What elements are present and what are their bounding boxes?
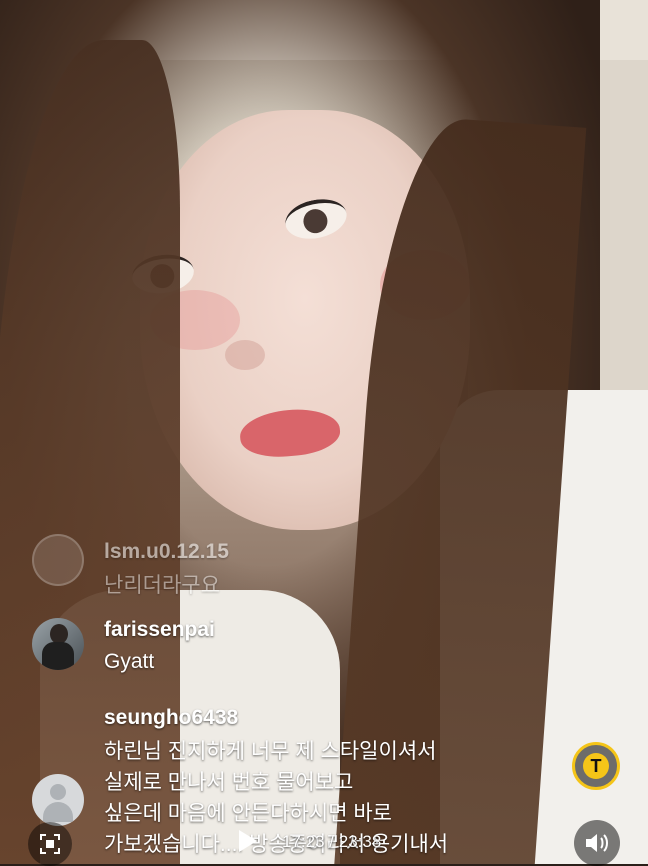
avatar-head — [50, 784, 66, 800]
avatar-body — [43, 802, 73, 822]
comment-text: 하린님 진지하게 너무 제 스타일이셔서 실제로 만나서 번호 물어보고 싶은데… — [104, 740, 449, 856]
nose — [225, 340, 265, 370]
total-duration: 23:38 — [338, 832, 382, 851]
live-chat: lsm.u0.12.15 난리더라구요 farissenpai Gyatt se… — [0, 520, 648, 864]
comment-author[interactable]: lsm.u0.12.15 — [104, 540, 229, 564]
sound-button[interactable] — [574, 820, 620, 866]
expand-button[interactable] — [28, 822, 72, 866]
sound-icon — [586, 834, 608, 852]
comment-author[interactable]: seungho6438 — [104, 706, 238, 730]
avatar-body — [42, 642, 74, 670]
play-button[interactable] — [232, 826, 262, 856]
translate-icon: T — [583, 753, 609, 779]
avatar[interactable] — [32, 774, 84, 826]
translate-button[interactable]: T — [572, 742, 620, 790]
comment-text: Gyatt — [104, 650, 155, 673]
comment-author[interactable]: farissenpai — [104, 618, 215, 642]
expand-icon — [40, 834, 60, 854]
play-icon — [239, 830, 257, 852]
current-time: 17:23 — [282, 832, 325, 851]
time-separator: / — [329, 832, 335, 851]
avatar[interactable] — [32, 534, 84, 586]
avatar-head — [50, 624, 68, 644]
playback-time: 17:23 / 23:38 — [282, 832, 381, 852]
avatar[interactable] — [32, 618, 84, 670]
comment-text: 난리더라구요 — [104, 574, 220, 597]
